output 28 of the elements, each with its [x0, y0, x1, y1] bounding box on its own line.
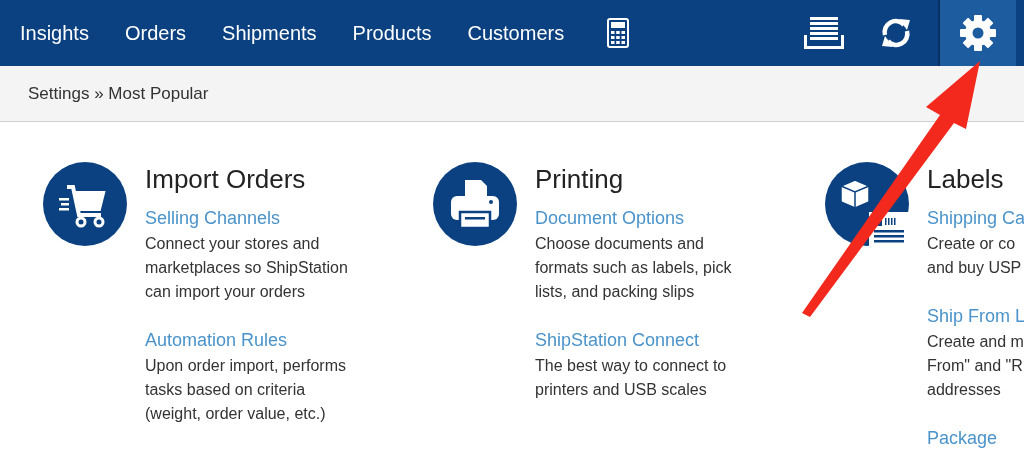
nav-item[interactable]: Customers — [449, 0, 583, 66]
settings-link[interactable]: Document Options — [535, 206, 685, 230]
settings-button[interactable] — [938, 0, 1016, 66]
nav-item[interactable]: Products — [334, 0, 450, 66]
section-title: Labels — [927, 164, 1005, 194]
refresh-icon[interactable] — [879, 16, 913, 50]
description: Create and m From" and "R addresses — [927, 332, 1024, 400]
description: Create or co and buy USP — [927, 234, 1023, 278]
settings-link[interactable]: Automation Rules — [145, 328, 288, 352]
settings-icon — [959, 14, 997, 52]
nav-item[interactable]: Insights — [0, 0, 107, 66]
description: Upon order import, performs tasks based on criteria (weight, order value, etc.) — [145, 356, 347, 424]
description: Connect your stores and marketplaces so ShipStation can import your orders — [145, 234, 348, 302]
breadcrumb: Settings » Most Popular — [28, 83, 209, 104]
description: Choose documents and formats such as labels, pick lists, and packing slips — [535, 234, 732, 302]
calculator-icon[interactable] — [607, 18, 630, 48]
shopping-cart-icon — [43, 162, 127, 246]
settings-link[interactable]: ShipStation Connect — [535, 328, 700, 352]
printer-icon — [433, 162, 517, 246]
document-stack-icon[interactable] — [804, 17, 844, 49]
settings-link[interactable]: Package — [927, 426, 998, 450]
nav-item[interactable]: Orders — [106, 0, 205, 66]
settings-link[interactable]: Ship From L — [927, 304, 1024, 328]
section-title: Printing — [535, 164, 625, 194]
nav-item[interactable]: Shipments — [204, 0, 335, 66]
settings-link[interactable]: Selling Channels — [145, 206, 281, 230]
description: The best way to connect to printers and USB scales — [535, 356, 728, 400]
section-title: Import Orders — [145, 164, 307, 194]
